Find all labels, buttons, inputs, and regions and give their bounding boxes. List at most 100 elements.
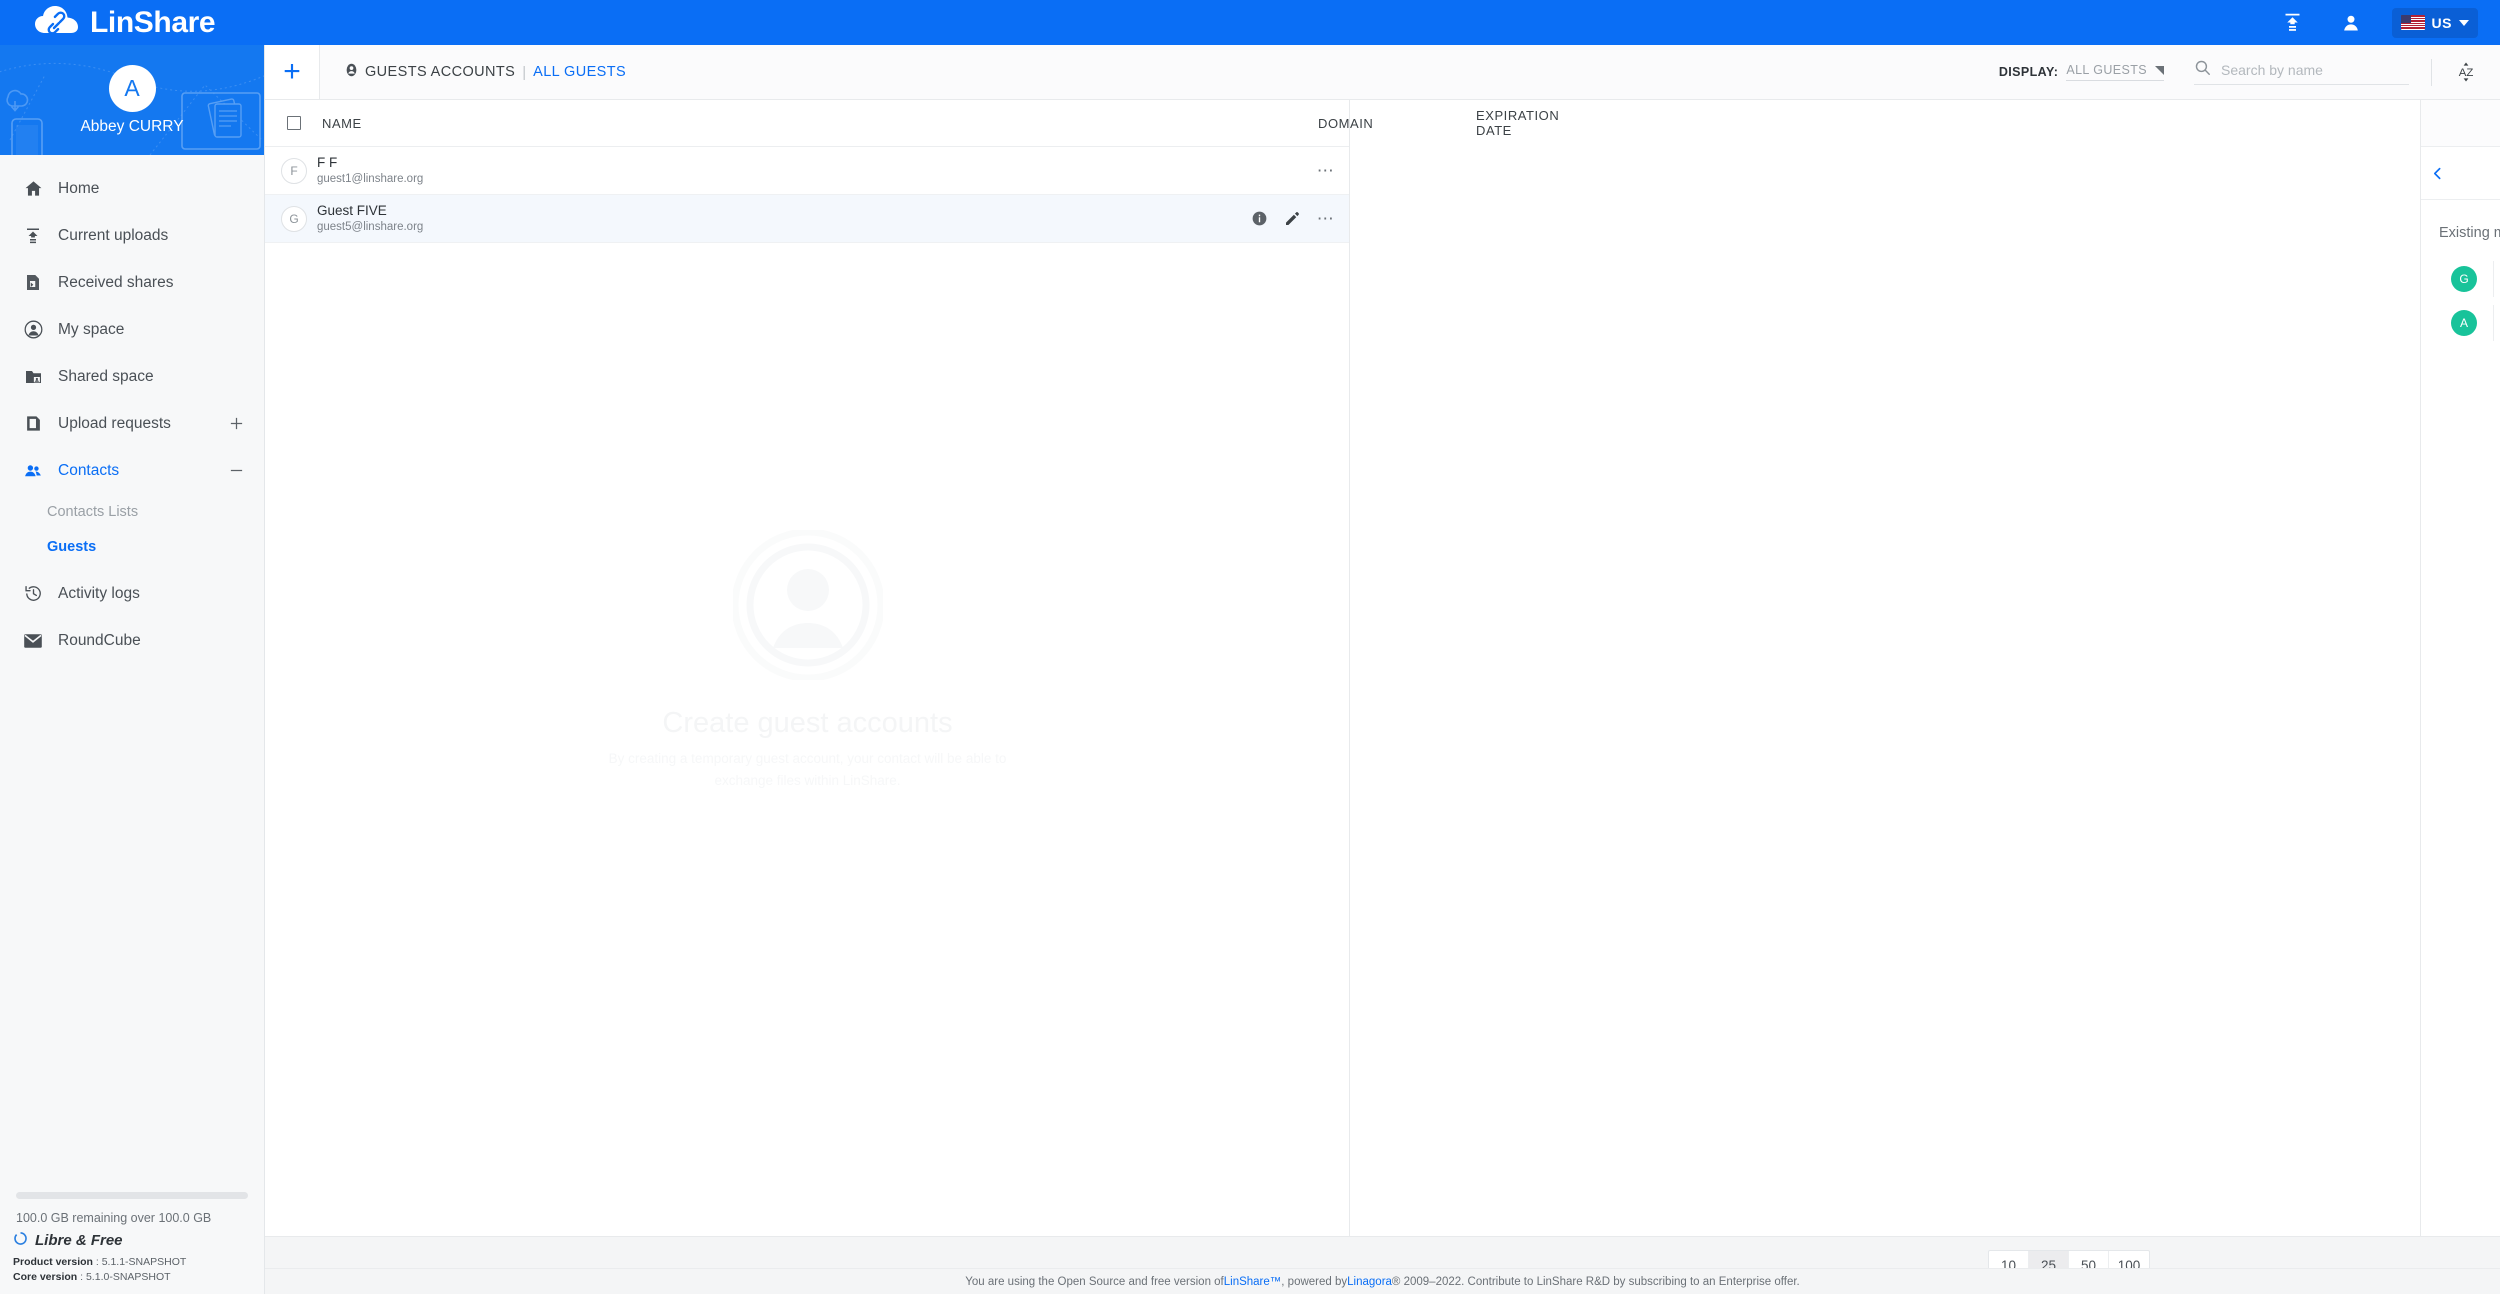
received-shares-icon xyxy=(18,273,48,292)
sidebar-item-roundcube[interactable]: RoundCube xyxy=(0,617,264,664)
add-upload-request-button[interactable] xyxy=(229,416,244,431)
column-header-expiration-date[interactable]: EXPIRATION DATE xyxy=(1476,108,1559,138)
home-icon xyxy=(18,179,48,198)
product-version-value: 5.1.1-SNAPSHOT xyxy=(101,1255,187,1268)
core-version-value: 5.1.0-SNAPSHOT xyxy=(85,1271,171,1284)
avatar: F xyxy=(281,157,307,184)
list-item[interactable]: A Abbey CURRY Moderator xyxy=(2439,301,2500,345)
select-all-checkbox[interactable] xyxy=(287,116,301,130)
row-actions: ⋯ xyxy=(1252,210,1335,227)
display-filter: DISPLAY: ALL GUESTS xyxy=(1999,63,2164,81)
sidebar-item-label: Received shares xyxy=(58,273,174,291)
list-item[interactable]: G Gregory HOUSE Administrator xyxy=(2439,257,2500,301)
svg-text:AZ: AZ xyxy=(2459,67,2474,79)
avatar: G xyxy=(2451,266,2477,292)
sidebar-item-label: Current uploads xyxy=(58,226,169,244)
sidebar-item-label: Upload requests xyxy=(58,414,171,432)
display-label: DISPLAY: xyxy=(1998,65,2059,79)
core-version-key: Core version xyxy=(13,1271,78,1284)
more-icon[interactable]: ⋯ xyxy=(1317,210,1335,227)
language-code: US xyxy=(2431,14,2452,31)
libre-free-label: Libre & Free xyxy=(35,1232,123,1249)
avatar: A xyxy=(2451,310,2477,336)
storage-quota-bar xyxy=(16,1191,248,1199)
sidebar-item-activity-logs[interactable]: Activity logs xyxy=(0,570,264,617)
table-header-row: NAME DOMAIN EXPIRATION DATE xyxy=(265,100,1559,147)
info-icon[interactable] xyxy=(1252,211,1267,226)
sidebar-footer: 100.0 GB remaining over 100.0 GB Libre &… xyxy=(0,1191,264,1294)
user-account-icon[interactable] xyxy=(2334,6,2368,40)
main-content: + GUESTS ACCOUNTS | ALL GUESTS DISPLAY: … xyxy=(265,45,2500,1294)
upload-icon xyxy=(18,227,48,245)
activity-logs-icon xyxy=(18,584,48,603)
table-row[interactable]: G Guest FIVE guest5@linshare.org ⋯ xyxy=(265,195,1349,243)
linagora-link[interactable]: Linagora xyxy=(1347,1276,1392,1288)
table-row[interactable]: F F F guest1@linshare.org ⋯ xyxy=(265,147,1349,195)
sidebar-item-home[interactable]: Home xyxy=(0,165,264,212)
guests-table: NAME DOMAIN EXPIRATION DATE F F F guest1… xyxy=(265,100,1559,1236)
sidebar-item-label: My space xyxy=(58,320,125,338)
moderator-info: Gregory HOUSE Administrator xyxy=(2493,261,2500,297)
edit-icon[interactable] xyxy=(1284,211,1300,227)
sidebar-item-upload-requests[interactable]: Upload requests xyxy=(0,400,264,447)
top-bar-actions: US xyxy=(2276,6,2500,40)
empty-state-subtitle: By creating a temporary guest account, y… xyxy=(608,751,1007,789)
sidebar-item-label: RoundCube xyxy=(58,631,141,649)
moderators-header: Existing moderators: 2 xyxy=(2439,222,2500,243)
user-name: Abbey CURRY xyxy=(80,117,184,135)
chevron-down-icon xyxy=(2155,65,2164,75)
row-email: guest1@linshare.org xyxy=(317,172,424,185)
libre-free-badge: Libre & Free xyxy=(0,1231,264,1251)
chevron-down-icon xyxy=(2459,19,2469,26)
breadcrumb-current[interactable]: ALL GUESTS xyxy=(533,64,626,80)
display-select[interactable]: ALL GUESTS xyxy=(2066,63,2164,81)
row-name: F F xyxy=(317,154,338,170)
top-bar: LinShare US xyxy=(0,0,2500,45)
chevron-left-icon[interactable] xyxy=(2421,166,2453,181)
row-name: Guest FIVE xyxy=(317,202,387,218)
user-banner: A Abbey CURRY xyxy=(0,45,264,155)
sort-alpha-icon[interactable]: AZ xyxy=(2452,58,2480,86)
sidebar-nav: Home Current uploads Received shares My … xyxy=(0,155,264,1192)
sidebar-item-label: Shared space xyxy=(58,367,154,385)
moderators-label: Existing moderators: xyxy=(2439,224,2500,241)
us-flag-icon xyxy=(2400,15,2425,30)
tab-edit[interactable]: EDIT xyxy=(2453,147,2500,199)
product-version-line: Product version : 5.1.1-SNAPSHOT xyxy=(0,1255,264,1271)
brand[interactable]: LinShare xyxy=(0,5,216,41)
linshare-link[interactable]: LinShare™ xyxy=(1224,1276,1282,1288)
upload-icon[interactable] xyxy=(2276,6,2310,40)
collapse-contacts-button[interactable] xyxy=(229,463,244,478)
content-toolbar: + GUESTS ACCOUNTS | ALL GUESTS DISPLAY: … xyxy=(265,45,2500,100)
core-version-sep: : xyxy=(77,1271,86,1284)
details-panel-header: GUEST FIVE xyxy=(2421,100,2500,147)
row-email: guest5@linshare.org xyxy=(317,220,424,233)
footer-text-part1: You are using the Open Source and free v… xyxy=(965,1275,1224,1288)
sidebar-item-label: Contacts xyxy=(58,461,120,479)
more-icon[interactable]: ⋯ xyxy=(1317,162,1335,179)
footer-text-part3: ® 2009–2022. Contribute to LinShare R&D … xyxy=(1391,1275,1800,1288)
sidebar-item-contacts[interactable]: Contacts xyxy=(0,447,264,494)
avatar: G xyxy=(281,205,307,232)
add-guest-button[interactable]: + xyxy=(265,45,320,99)
sidebar-item-current-uploads[interactable]: Current uploads xyxy=(0,212,264,259)
breadcrumb-root[interactable]: GUESTS ACCOUNTS xyxy=(365,64,515,80)
search-input[interactable] xyxy=(2221,62,2409,78)
language-selector[interactable]: US xyxy=(2391,7,2478,38)
display-selected-value: ALL GUESTS xyxy=(2066,63,2147,77)
avatar: A xyxy=(108,64,156,112)
sidebar-item-guests[interactable]: Guests xyxy=(0,529,264,564)
column-header-domain[interactable]: DOMAIN xyxy=(1318,116,1373,131)
breadcrumb: GUESTS ACCOUNTS | ALL GUESTS xyxy=(320,45,626,99)
sidebar: A Abbey CURRY Home Current uploads Recei… xyxy=(0,45,265,1294)
sidebar-item-contacts-lists[interactable]: Contacts Lists xyxy=(0,494,264,529)
moderators-section: Existing moderators: 2 G Gregory HOUSE xyxy=(2421,200,2500,345)
sidebar-item-shared-space[interactable]: Shared space xyxy=(0,353,264,400)
row-actions: ⋯ xyxy=(1317,162,1335,179)
footer-text-part2: , powered by xyxy=(1281,1275,1348,1288)
sidebar-item-my-space[interactable]: My space xyxy=(0,306,264,353)
empty-state-title: Create guest accounts xyxy=(662,707,953,739)
sidebar-item-received-shares[interactable]: Received shares xyxy=(0,259,264,306)
search-box[interactable] xyxy=(2194,59,2409,85)
column-header-name[interactable]: NAME xyxy=(322,116,362,131)
